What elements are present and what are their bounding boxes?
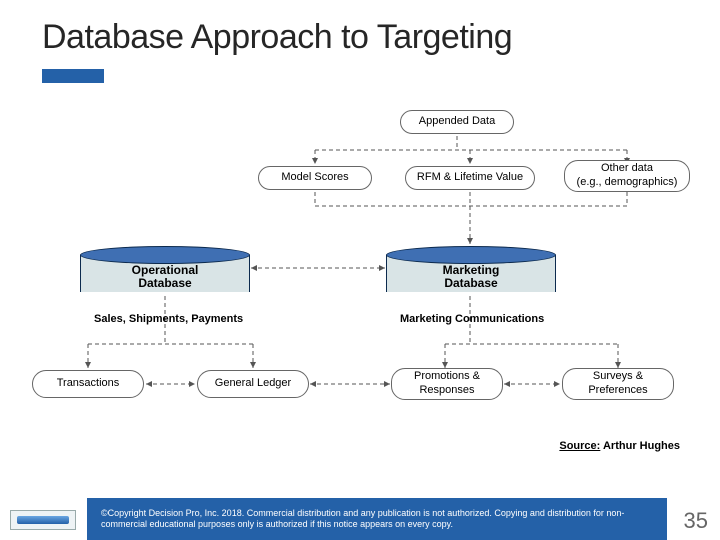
source-citation: Source: Arthur Hughes	[559, 440, 680, 452]
page-number: 35	[684, 508, 708, 534]
box-promotions: Promotions & Responses	[391, 368, 503, 400]
logo	[10, 510, 76, 530]
slide-header: Database Approach to Targeting	[0, 0, 720, 83]
db-marketing-label: Marketing Database	[386, 264, 556, 290]
box-model-scores: Model Scores	[258, 166, 372, 190]
footer: ©Copyright Decision Pro, Inc. 2018. Comm…	[0, 498, 720, 540]
subtitle-marcom: Marketing Communications	[400, 313, 544, 325]
slide-title: Database Approach to Targeting	[42, 18, 720, 57]
diagram-area: Appended Data Model Scores RFM & Lifetim…	[0, 100, 720, 450]
copyright-bar: ©Copyright Decision Pro, Inc. 2018. Comm…	[87, 498, 667, 540]
box-surveys: Surveys & Preferences	[562, 368, 674, 400]
title-accent-bar	[42, 69, 104, 83]
box-general-ledger: General Ledger	[197, 370, 309, 398]
box-appended-data: Appended Data	[400, 110, 514, 134]
box-transactions: Transactions	[32, 370, 144, 398]
db-operational: Operational Database	[80, 246, 250, 292]
copyright-text: ©Copyright Decision Pro, Inc. 2018. Comm…	[101, 508, 653, 531]
subtitle-sales: Sales, Shipments, Payments	[94, 313, 243, 325]
db-marketing: Marketing Database	[386, 246, 556, 292]
box-other-data: Other data (e.g., demographics)	[564, 160, 690, 192]
box-rfm-lifetime: RFM & Lifetime Value	[405, 166, 535, 190]
source-label: Source:	[559, 440, 600, 452]
db-operational-label: Operational Database	[80, 264, 250, 290]
source-value: Arthur Hughes	[600, 440, 680, 452]
